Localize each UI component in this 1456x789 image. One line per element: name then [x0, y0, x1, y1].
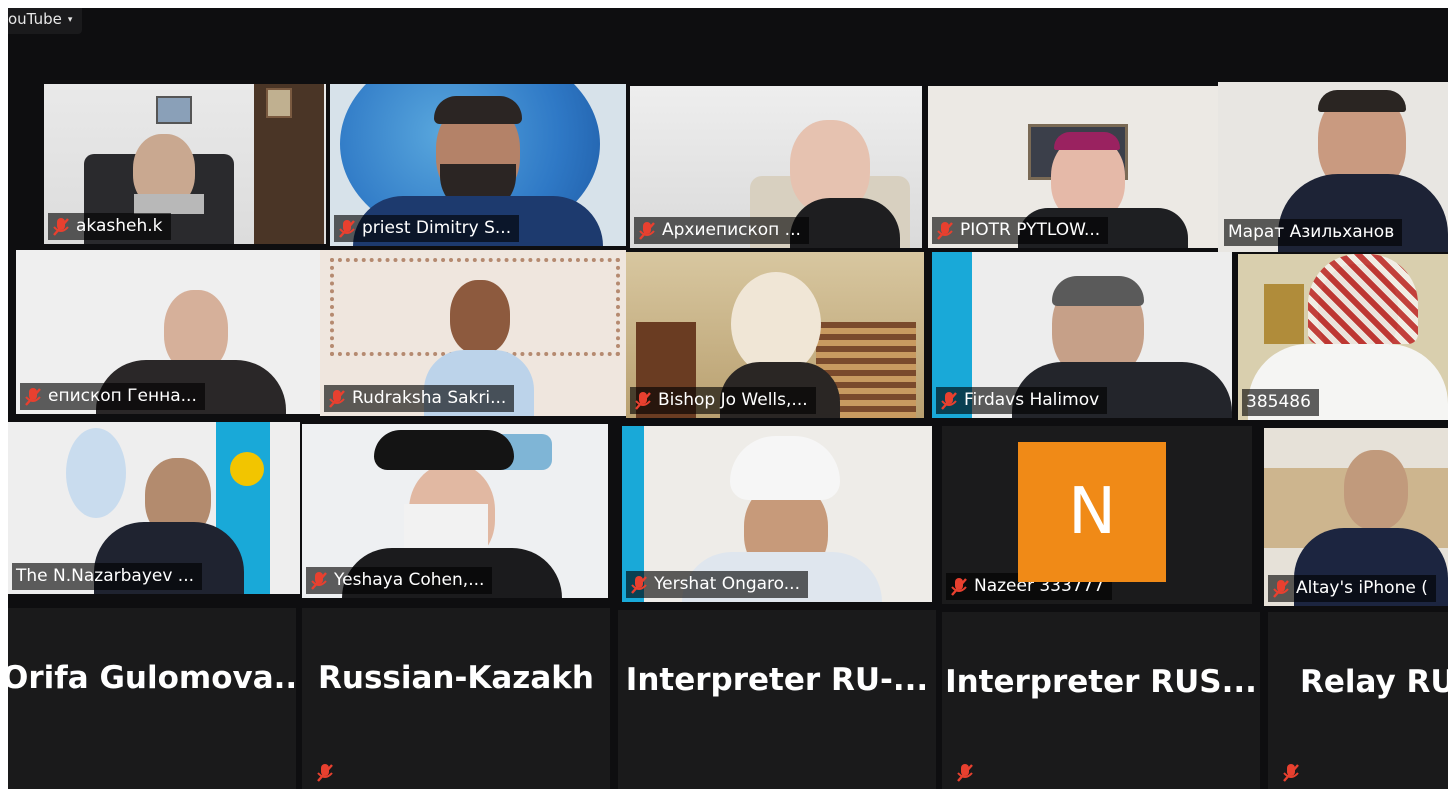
participant-name-tag: Bishop Jo Wells,...: [630, 387, 816, 414]
participant-tile[interactable]: priest Dimitry S...: [330, 84, 626, 246]
participant-display-name: Interpreter RUS...: [945, 664, 1257, 700]
participant-tile[interactable]: The N.Nazarbayev ...: [8, 422, 300, 594]
participant-tile[interactable]: 385486: [1238, 254, 1448, 420]
muted-mic-icon: [630, 575, 648, 595]
muted-mic-icon: [310, 571, 328, 591]
participant-name-tag: Марат Азильханов: [1224, 219, 1403, 246]
participant-name-tag: priest Dimitry S...: [334, 215, 520, 242]
audio-only-tile[interactable]: Orifa Gulomova...: [8, 608, 296, 789]
muted-mic-icon: [24, 387, 42, 407]
participant-display-name: Orifa Gulomova...: [8, 660, 296, 696]
participant-name-tag: Firdavs Halimov: [936, 387, 1108, 414]
participant-name: Yeshaya Cohen,...: [334, 570, 485, 590]
participant-name: Архиепископ ...: [662, 220, 801, 240]
participant-name-tag: Yeshaya Cohen,...: [306, 567, 493, 594]
muted-mic-icon: [1282, 763, 1300, 783]
participant-name: Rudraksha Sakri...: [352, 388, 507, 408]
participant-tile[interactable]: Архиепископ ...: [630, 86, 922, 248]
participant-name: The N.Nazarbayev ...: [16, 566, 195, 586]
audio-only-tile[interactable]: Interpreter RUS...: [942, 612, 1260, 789]
chevron-down-icon[interactable]: ▾: [68, 15, 73, 25]
participant-tile[interactable]: епископ Генна...: [16, 250, 322, 414]
participant-name: епископ Генна...: [48, 386, 197, 406]
audio-only-tile[interactable]: Relay RU: [1268, 612, 1448, 789]
muted-mic-icon: [940, 391, 958, 411]
participant-name-tag: PIOTR PYTLOW...: [932, 217, 1109, 244]
participant-name: PIOTR PYTLOW...: [960, 220, 1101, 240]
participant-tile[interactable]: Yeshaya Cohen,...: [302, 424, 608, 598]
participant-name-tag: The N.Nazarbayev ...: [12, 563, 203, 590]
participant-name-tag: епископ Генна...: [20, 383, 205, 410]
participant-tile[interactable]: Rudraksha Sakri...: [320, 250, 626, 416]
participant-name-tag: Altay's iPhone (: [1268, 575, 1436, 602]
participant-avatar: N: [1018, 442, 1166, 582]
participant-name: priest Dimitry S...: [362, 218, 512, 238]
participant-name: 385486: [1246, 392, 1311, 412]
participant-name-tag: Архиепископ ...: [634, 217, 809, 244]
muted-mic-icon: [316, 763, 334, 783]
muted-mic-icon: [338, 219, 356, 239]
participant-name: Марат Азильханов: [1228, 222, 1395, 242]
participant-tile[interactable]: Altay's iPhone (: [1264, 428, 1448, 606]
participant-name-tag: Yershat Ongaro...: [626, 571, 808, 598]
muted-mic-icon: [52, 217, 70, 237]
audio-only-tile[interactable]: Russian-Kazakh: [302, 608, 610, 789]
muted-mic-icon: [936, 221, 954, 241]
participant-tile[interactable]: PIOTR PYTLOW...: [928, 86, 1222, 248]
participant-tile[interactable]: akasheh.k: [44, 84, 326, 244]
participant-name-tag: 385486: [1242, 389, 1319, 416]
youtube-label: ouTube: [8, 10, 62, 28]
youtube-overlay[interactable]: ouTube ▾: [8, 8, 83, 34]
participant-name: Altay's iPhone (: [1296, 578, 1428, 598]
participant-name: akasheh.k: [76, 216, 163, 236]
muted-mic-icon: [956, 763, 974, 783]
video-call-screen: ouTube ▾ akasheh.k priest Dimitry S... А…: [8, 8, 1448, 789]
participant-tile[interactable]: Firdavs Halimov: [932, 252, 1232, 418]
audio-only-tile[interactable]: Interpreter RU-...: [618, 610, 936, 789]
participant-display-name: Interpreter RU-...: [625, 662, 929, 698]
muted-mic-icon: [950, 577, 968, 597]
participant-name-tag: akasheh.k: [48, 213, 171, 240]
participant-name: Yershat Ongaro...: [654, 574, 800, 594]
participant-display-name: Russian-Kazakh: [318, 660, 594, 696]
muted-mic-icon: [1272, 579, 1290, 599]
participant-name-tag: Rudraksha Sakri...: [324, 385, 515, 412]
muted-mic-icon: [328, 389, 346, 409]
participant-tile[interactable]: Bishop Jo Wells,...: [626, 252, 924, 418]
participant-tile-active-speaker[interactable]: Марат Азильханов: [1218, 82, 1448, 252]
participant-name: Firdavs Halimov: [964, 390, 1100, 410]
muted-mic-icon: [634, 391, 652, 411]
muted-mic-icon: [638, 221, 656, 241]
participant-display-name: Relay RU: [1300, 664, 1448, 700]
participant-tile[interactable]: Yershat Ongaro...: [622, 426, 932, 602]
participant-name: Bishop Jo Wells,...: [658, 390, 808, 410]
